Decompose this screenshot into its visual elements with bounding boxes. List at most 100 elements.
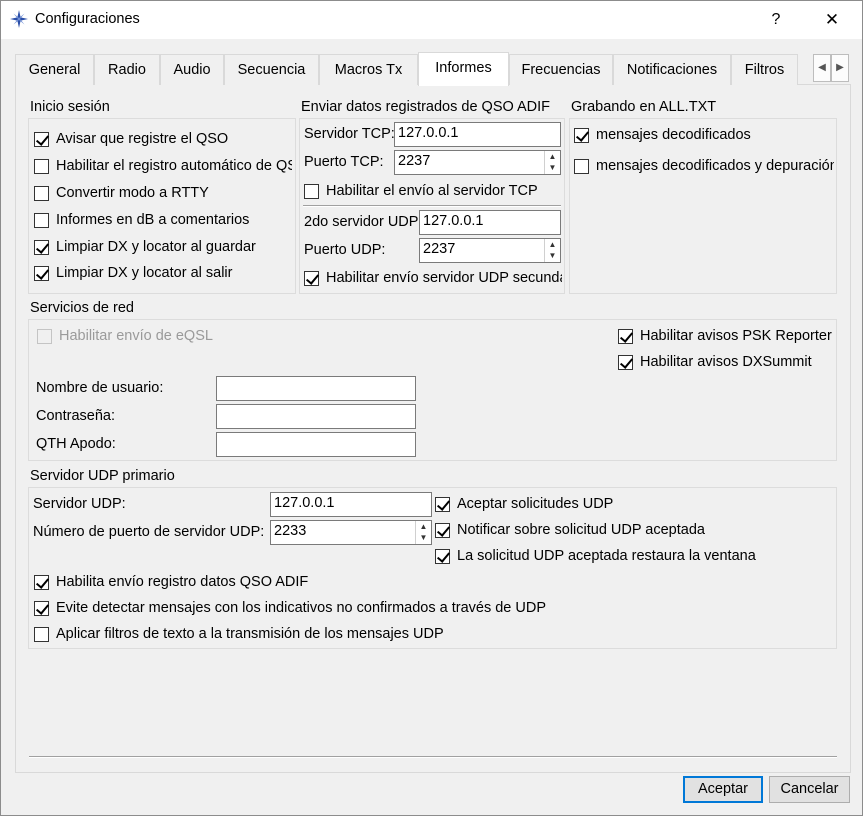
adif-group-title: Enviar datos registrados de QSO ADIF: [301, 99, 551, 115]
red-group-title: Servicios de red: [30, 300, 134, 316]
tab-filtros[interactable]: Filtros: [731, 54, 798, 85]
spin-up-icon[interactable]: ▲: [545, 151, 560, 162]
checkbox-box[interactable]: [618, 328, 633, 344]
tab-notificaciones[interactable]: Notificaciones: [613, 54, 731, 85]
alltxt-group-title: Grabando en ALL.TXT: [571, 99, 717, 115]
tcp-server-input[interactable]: 127.0.0.1: [394, 122, 561, 147]
checkbox-label: Convertir modo a RTTY: [56, 185, 209, 201]
checkbox-label: mensajes decodificados: [596, 127, 751, 143]
qth-input[interactable]: [216, 432, 416, 457]
udp-port-number-spinbox[interactable]: 2233 ▲ ▼: [270, 520, 432, 545]
checkbox-box[interactable]: [34, 212, 49, 228]
spin-buttons[interactable]: ▲ ▼: [544, 239, 560, 262]
decoded-debug-checkbox[interactable]: mensajes decodificados y depuración: [574, 156, 834, 176]
tcp-port-spinbox[interactable]: 2237 ▲ ▼: [394, 150, 561, 175]
close-button[interactable]: ✕: [809, 1, 855, 39]
spin-value: 2237: [423, 241, 456, 257]
checkbox-label: Habilitar avisos PSK Reporter: [640, 328, 832, 344]
restore-window-checkbox[interactable]: La solicitud UDP aceptada restaura la ve…: [435, 546, 835, 566]
spin-down-icon[interactable]: ▼: [416, 532, 431, 543]
udp-port-number-label: Número de puerto de servidor UDP:: [33, 524, 265, 540]
checkbox-box[interactable]: [435, 496, 450, 512]
notify-udp-checkbox[interactable]: Notificar sobre solicitud UDP aceptada: [435, 520, 835, 540]
adif-separator-highlight: [303, 206, 561, 207]
spin-up-icon[interactable]: ▲: [545, 239, 560, 250]
checkbox-box[interactable]: [34, 185, 49, 201]
tab-macros-tx[interactable]: Macros Tx: [319, 54, 418, 85]
checkbox-label: Aplicar filtros de texto a la transmisió…: [56, 626, 444, 642]
tcp-port-label: Puerto TCP:: [304, 154, 384, 170]
tab-audio[interactable]: Audio: [160, 54, 224, 85]
checkbox-label: mensajes decodificados y depuración: [596, 158, 834, 174]
adif-udp-checkbox[interactable]: Habilita envío registro datos QSO ADIF: [34, 572, 824, 592]
udp-port-label: Puerto UDP:: [304, 242, 386, 258]
udp2-enable-checkbox[interactable]: Habilitar envío servidor UDP secundario: [304, 268, 562, 288]
limpiar-salir-checkbox[interactable]: Limpiar DX y locator al salir: [34, 263, 289, 283]
checkbox-label: La solicitud UDP aceptada restaura la ve…: [457, 548, 756, 564]
checkbox-label: Habilitar el registro automático de QSO: [56, 158, 292, 174]
checkbox-box[interactable]: [304, 183, 319, 199]
spin-value: 2237: [398, 153, 431, 169]
avoid-unconfirmed-checkbox[interactable]: Evite detectar mensajes con los indicati…: [34, 598, 824, 618]
tab-informes[interactable]: Informes: [418, 52, 509, 86]
tab-radio[interactable]: Radio: [94, 54, 160, 85]
app-star-icon: [10, 10, 28, 28]
accept-udp-checkbox[interactable]: Aceptar solicitudes UDP: [435, 494, 835, 514]
convertir-rtty-checkbox[interactable]: Convertir modo a RTTY: [34, 183, 289, 203]
checkbox-label: Habilitar envío de eQSL: [59, 328, 213, 344]
username-label: Nombre de usuario:: [36, 380, 164, 396]
username-input[interactable]: [216, 376, 416, 401]
spin-down-icon[interactable]: ▼: [545, 250, 560, 261]
checkbox-box[interactable]: [435, 522, 450, 538]
tab-secuencia[interactable]: Secuencia: [224, 54, 319, 85]
udp-server-input[interactable]: 127.0.0.1: [270, 492, 432, 517]
spin-up-icon[interactable]: ▲: [416, 521, 431, 532]
spin-down-icon[interactable]: ▼: [545, 162, 560, 173]
tab-label: Frecuencias: [521, 62, 601, 78]
spin-buttons[interactable]: ▲ ▼: [415, 521, 431, 544]
tcp-enable-checkbox[interactable]: Habilitar el envío al servidor TCP: [304, 181, 562, 201]
udp2-server-input[interactable]: 127.0.0.1: [419, 210, 561, 235]
checkbox-box: [37, 328, 52, 344]
qth-label: QTH Apodo:: [36, 436, 116, 452]
cancel-button[interactable]: Cancelar: [769, 776, 850, 803]
checkbox-box[interactable]: [34, 131, 49, 147]
checkbox-label: Habilitar avisos DXSummit: [640, 354, 812, 370]
tab-frecuencias[interactable]: Frecuencias: [509, 54, 613, 85]
inicio-group-title: Inicio sesión: [30, 99, 110, 115]
avisar-qso-checkbox[interactable]: Avisar que registre el QSO: [34, 129, 289, 149]
checkbox-box[interactable]: [34, 574, 49, 590]
decoded-checkbox[interactable]: mensajes decodificados: [574, 125, 834, 145]
tab-scroll-left-icon[interactable]: ◀: [813, 54, 831, 82]
checkbox-label: Habilitar envío servidor UDP secundario: [326, 270, 562, 286]
checkbox-box[interactable]: [34, 626, 49, 642]
dxsummit-checkbox[interactable]: Habilitar avisos DXSummit: [618, 352, 833, 372]
checkbox-box[interactable]: [34, 158, 49, 174]
checkbox-box[interactable]: [574, 127, 589, 143]
password-input[interactable]: [216, 404, 416, 429]
accept-button[interactable]: Aceptar: [683, 776, 763, 803]
text-filter-checkbox[interactable]: Aplicar filtros de texto a la transmisió…: [34, 624, 824, 644]
auto-registro-checkbox[interactable]: Habilitar el registro automático de QSO: [34, 156, 292, 176]
checkbox-label: Notificar sobre solicitud UDP aceptada: [457, 522, 705, 538]
spin-buttons[interactable]: ▲ ▼: [544, 151, 560, 174]
checkbox-box[interactable]: [435, 548, 450, 564]
checkbox-box[interactable]: [34, 600, 49, 616]
informes-db-checkbox[interactable]: Informes en dB a comentarios: [34, 210, 289, 230]
checkbox-label: Limpiar DX y locator al salir: [56, 265, 233, 281]
udp-port-spinbox[interactable]: 2237 ▲ ▼: [419, 238, 561, 263]
tab-label: Radio: [108, 62, 146, 78]
tab-label: Macros Tx: [334, 62, 403, 78]
limpiar-guardar-checkbox[interactable]: Limpiar DX y locator al guardar: [34, 237, 289, 257]
tab-scroll-right-icon[interactable]: ▶: [831, 54, 849, 82]
checkbox-box[interactable]: [574, 158, 589, 174]
checkbox-box[interactable]: [304, 270, 319, 286]
window-title: Configuraciones: [35, 11, 140, 27]
checkbox-box[interactable]: [618, 354, 633, 370]
help-button[interactable]: ?: [753, 1, 799, 39]
tab-general[interactable]: General: [15, 54, 94, 85]
checkbox-label: Avisar que registre el QSO: [56, 131, 229, 147]
checkbox-box[interactable]: [34, 239, 49, 255]
psk-reporter-checkbox[interactable]: Habilitar avisos PSK Reporter: [618, 326, 833, 346]
checkbox-box[interactable]: [34, 265, 49, 281]
